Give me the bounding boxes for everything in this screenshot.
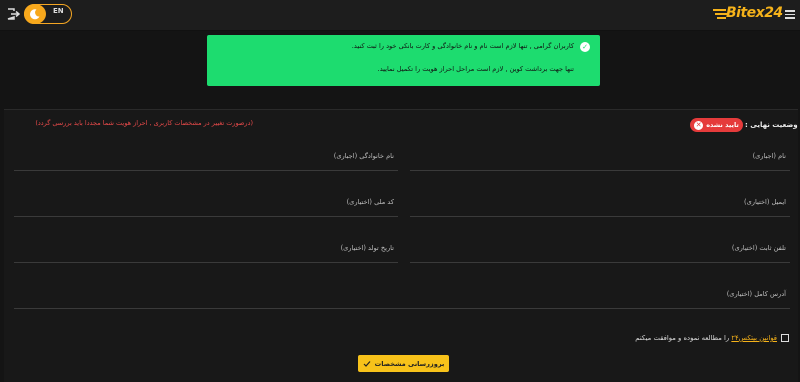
birth-date-field[interactable]: تاریخ تولد (اختیاری) (14, 242, 402, 264)
top-bar (0, 0, 800, 30)
logout-icon[interactable] (6, 7, 20, 21)
terms-link[interactable]: قوانین بیتکس۲۴ (731, 334, 777, 342)
terms-agreement: قوانین بیتکس۲۴ را مطالعه نموده و موافقت … (635, 333, 789, 343)
theme-toggle-knob[interactable] (24, 4, 46, 24)
final-status-label: وضعیت نهایی : (745, 121, 798, 129)
national-code-field[interactable]: کد ملی (اختیاری) (14, 196, 402, 218)
theme-language-toggle[interactable]: EN (24, 4, 72, 24)
check-icon: ✓ (580, 42, 590, 52)
address-input[interactable] (14, 288, 794, 310)
brand-logo[interactable]: Bitex24 (712, 5, 783, 25)
terms-text: قوانین بیتکس۲۴ را مطالعه نموده و موافقت … (635, 334, 777, 342)
reverification-warning: (درصورت تغییر در مشخصات کاربری , احراز ه… (35, 119, 253, 127)
first-name-field[interactable]: نام (اجباری) (410, 150, 794, 172)
update-profile-label: بروزرسانی مشخصات (374, 359, 445, 368)
close-icon: ✕ (694, 120, 704, 130)
last-name-field[interactable]: نام خانوادگی (اجباری) (14, 150, 402, 172)
alert-message-2: تنها جهت برداشت کوین , لازم است مراحل اح… (377, 65, 574, 73)
email-input[interactable] (410, 196, 794, 218)
status-badge: تایید نشده ✕ (690, 118, 743, 132)
moon-icon (30, 9, 40, 20)
info-alert: ✓ کاربران گرامی , تنها لازم است نام و نا… (207, 35, 600, 86)
first-name-input[interactable] (410, 150, 794, 172)
birth-date-input[interactable] (14, 242, 402, 264)
checkmark-icon (363, 360, 371, 367)
national-code-input[interactable] (14, 196, 402, 218)
terms-checkbox[interactable] (781, 334, 789, 342)
last-name-input[interactable] (14, 150, 402, 172)
email-field[interactable]: ایمیل (اختیاری) (410, 196, 794, 218)
alert-message-1: کاربران گرامی , تنها لازم است نام و نام … (351, 42, 574, 50)
update-profile-button[interactable]: بروزرسانی مشخصات (358, 355, 449, 372)
language-label[interactable]: EN (53, 7, 64, 15)
top-bar-divider (0, 30, 800, 31)
landline-field[interactable]: تلفن ثابت (اختیاری) (410, 242, 794, 264)
brand-name: Bitex24 (726, 5, 783, 21)
status-badge-text: تایید نشده (706, 121, 739, 129)
hamburger-menu-icon[interactable] (785, 10, 795, 19)
address-field[interactable]: آدرس کامل (اختیاری) (14, 288, 794, 310)
terms-suffix: را مطالعه نموده و موافقت میکنم (635, 334, 732, 342)
landline-input[interactable] (410, 242, 794, 264)
